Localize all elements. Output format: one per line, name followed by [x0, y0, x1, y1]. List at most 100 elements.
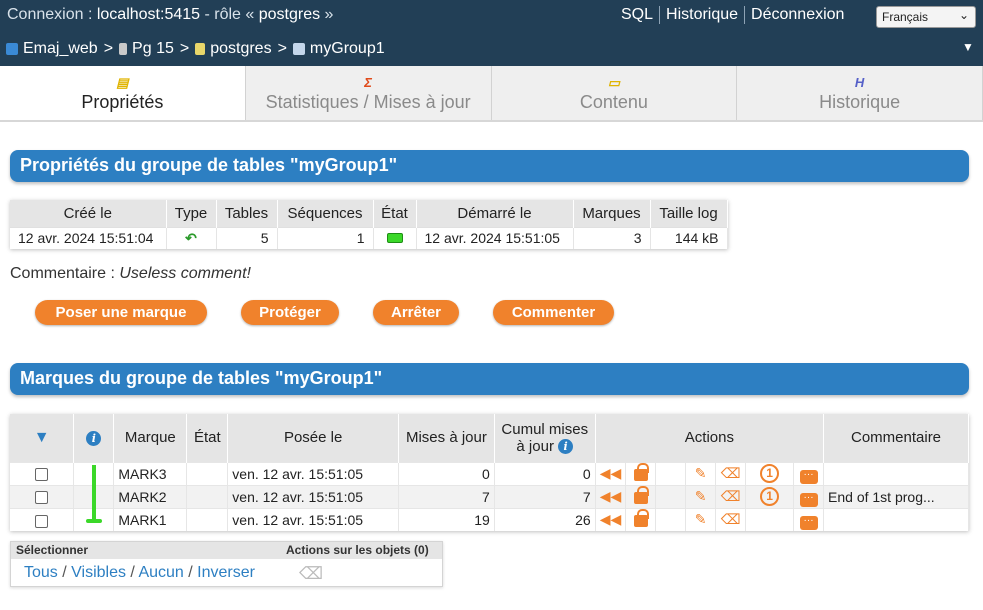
breadcrumb: Emaj_web > Pg 15 > postgres > myGroup1: [6, 40, 385, 58]
first-mark-icon[interactable]: 1: [745, 484, 795, 508]
comment-icon[interactable]: ···: [793, 484, 825, 508]
breadcrumb-label: postgres: [210, 40, 272, 57]
logout-link[interactable]: Déconnexion: [744, 6, 850, 24]
mark-changes: 7: [398, 484, 495, 508]
filter-icon[interactable]: ▼: [34, 429, 50, 446]
timeline-cell: [73, 484, 115, 510]
mark-set-at: ven. 12 avr. 15:51:05: [227, 507, 399, 531]
first-mark-icon[interactable]: 1: [745, 461, 795, 485]
mark-cumulative: 0: [494, 461, 596, 485]
tab-properties[interactable]: ▤ Propriétés: [0, 66, 246, 120]
rollback-icon[interactable]: ◀◀: [595, 484, 627, 508]
breadcrumb-group[interactable]: myGroup1: [292, 40, 385, 58]
sigma-icon: Σ: [364, 75, 372, 90]
mark-comment: [823, 461, 969, 485]
stop-button[interactable]: Arrêter: [373, 300, 459, 325]
filter-header[interactable]: ▼: [10, 414, 75, 462]
rollbackable-icon: ↶: [166, 226, 217, 249]
select-visible-link[interactable]: Visibles: [71, 564, 126, 581]
edit-icon[interactable]: ✎: [685, 461, 717, 485]
tab-label: Propriétés: [81, 92, 164, 112]
lock-icon[interactable]: [625, 507, 657, 531]
mark-name: MARK1: [113, 507, 188, 531]
tables-count: 5: [216, 226, 278, 249]
started-at: 12 avr. 2024 15:51:05: [416, 226, 574, 249]
sql-link[interactable]: SQL: [621, 6, 659, 24]
timeline-bar: [92, 464, 97, 487]
selection-header: Sélectionner Actions sur les objets (0): [11, 542, 442, 559]
breadcrumb-emaj[interactable]: Emaj_web: [6, 40, 98, 58]
set-mark-button[interactable]: Poser une marque: [35, 300, 207, 325]
breadcrumb-label: Emaj_web: [23, 40, 98, 57]
column-header: Tables: [216, 200, 278, 227]
mark-changes: 0: [398, 461, 495, 485]
breadcrumb-server[interactable]: Pg 15: [119, 40, 174, 58]
comment-button[interactable]: Commenter: [493, 300, 614, 325]
eraser-icon[interactable]: ⌫: [715, 461, 747, 485]
tab-label: Statistiques / Mises à jour: [265, 92, 471, 112]
tab-statistics[interactable]: Σ Statistiques / Mises à jour: [245, 66, 492, 120]
column-header: Démarré le: [416, 200, 574, 227]
history-link[interactable]: Historique: [659, 6, 744, 24]
started-state-icon: [373, 226, 417, 249]
marks-table: ▼ i Marque État Posée le Mises à jour Cu…: [10, 414, 969, 531]
eraser-icon[interactable]: ⌫: [715, 484, 747, 508]
invert-selection-link[interactable]: Inverser: [197, 564, 255, 581]
empty-action: [655, 461, 687, 485]
connection-label: Connexion :: [7, 6, 97, 23]
sequences-count: 1: [277, 226, 374, 249]
timeline-cell: [73, 507, 115, 531]
breadcrumb-separator: >: [277, 40, 287, 57]
row-checkbox[interactable]: [10, 461, 75, 485]
mark-set-at: ven. 12 avr. 15:51:05: [227, 461, 399, 485]
comment-value: Useless comment!: [119, 265, 251, 282]
cumulative-label: Cumul mises à jour: [501, 420, 589, 455]
table-row: MARK1 ven. 12 avr. 15:51:05 19 26 ◀◀ ✎ ⌫…: [10, 507, 969, 531]
breadcrumb-database[interactable]: postgres: [195, 40, 272, 58]
row-checkbox[interactable]: [10, 484, 75, 508]
select-none-link[interactable]: Aucun: [138, 564, 183, 581]
object-actions-label: Actions sur les objets (0): [286, 543, 429, 557]
mark-name: MARK2: [113, 484, 188, 508]
empty-action: [745, 507, 795, 531]
tab-history[interactable]: H Historique: [737, 66, 983, 120]
selection-label: Sélectionner: [16, 543, 89, 557]
breadcrumb-label: myGroup1: [309, 40, 385, 57]
server-icon: [119, 43, 128, 55]
eraser-icon[interactable]: ⌫: [715, 507, 747, 531]
lock-icon[interactable]: [625, 484, 657, 508]
column-header: Posée le: [227, 414, 399, 462]
rollback-icon[interactable]: ◀◀: [595, 461, 627, 485]
edit-icon[interactable]: ✎: [685, 484, 717, 508]
eraser-icon: ⌫: [299, 564, 324, 583]
selection-box: Sélectionner Actions sur les objets (0) …: [10, 541, 443, 587]
info-icon[interactable]: i: [86, 430, 102, 446]
mark-state: [186, 507, 229, 531]
empty-action: [655, 484, 687, 508]
chevron-down-icon: ⌄: [958, 8, 969, 22]
comment-icon[interactable]: ···: [793, 461, 825, 485]
row-checkbox[interactable]: [10, 507, 75, 531]
emaj-icon: [6, 43, 18, 55]
edit-icon[interactable]: ✎: [685, 507, 717, 531]
tab-content[interactable]: ▭ Contenu: [491, 66, 738, 120]
language-select[interactable]: Français ⌄: [876, 6, 976, 28]
rollback-icon[interactable]: ◀◀: [595, 507, 627, 531]
group-comment: Commentaire : Useless comment!: [10, 265, 251, 283]
collapse-header-icon[interactable]: ▼: [962, 40, 974, 54]
comment-icon[interactable]: ···: [793, 507, 825, 531]
lock-icon[interactable]: [625, 461, 657, 485]
column-header: Cumul mises à jour i: [494, 414, 596, 462]
protect-button[interactable]: Protéger: [241, 300, 339, 325]
properties-table: Créé le Type Tables Séquences État Démar…: [10, 200, 728, 249]
mark-cumulative: 7: [494, 484, 596, 508]
timeline-header: i: [73, 414, 115, 462]
select-all-link[interactable]: Tous: [24, 564, 58, 581]
mark-changes: 19: [398, 507, 495, 531]
role-name: postgres: [258, 6, 321, 23]
column-header: Commentaire: [823, 414, 969, 462]
log-size: 144 kB: [650, 226, 728, 249]
info-icon[interactable]: i: [558, 439, 574, 455]
table-row: MARK3 ven. 12 avr. 15:51:05 0 0 ◀◀ ✎ ⌫ 1…: [10, 461, 969, 487]
history-icon: H: [854, 75, 865, 90]
